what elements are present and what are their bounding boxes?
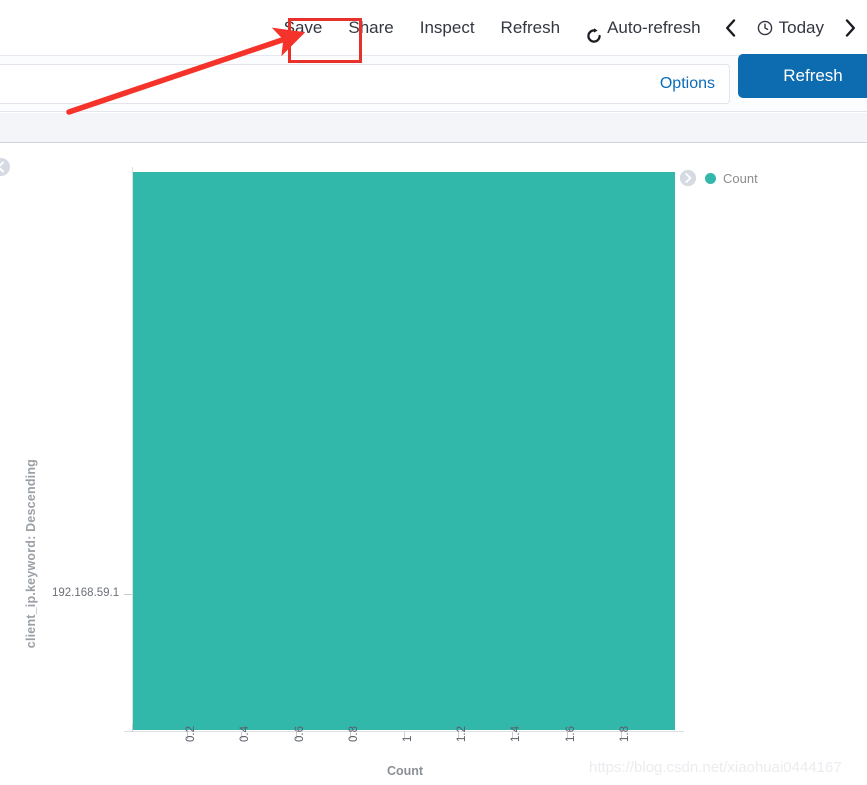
query-input[interactable]: Options xyxy=(0,64,730,104)
x-axis-tick: 0.8 xyxy=(348,726,360,742)
inspect-button-label: Inspect xyxy=(419,18,475,37)
toolbar-refresh-label: Refresh xyxy=(500,18,561,37)
save-button-label: Save xyxy=(283,18,323,37)
share-button-label: Share xyxy=(348,18,394,37)
x-axis-tick-label: 1 xyxy=(402,735,414,742)
toolbar-actions: Save Share Inspect Refresh Auto-refresh xyxy=(268,0,867,56)
x-axis-tick-label: 0.6 xyxy=(293,726,306,742)
share-button[interactable]: Share xyxy=(335,8,406,48)
y-axis-title: client_ip.keyword: Descending xyxy=(24,459,38,649)
query-options-link[interactable]: Options xyxy=(660,75,715,93)
legend-color-swatch xyxy=(705,172,716,184)
clock-icon xyxy=(757,20,773,36)
x-axis-tick-label: 1.6 xyxy=(564,726,577,742)
bar-192-168-59-1[interactable] xyxy=(133,172,675,730)
y-axis-tick-mark xyxy=(124,594,132,595)
x-axis-tick-label: 1.8 xyxy=(618,726,631,742)
auto-refresh-button[interactable]: Auto-refresh xyxy=(573,8,714,48)
legend-item-label: Count xyxy=(723,170,758,186)
inspect-button[interactable]: Inspect xyxy=(407,8,488,48)
watermark-text: https://blog.csdn.net/xiaohuai0444167 xyxy=(589,759,842,776)
x-axis-tick: 0.6 xyxy=(294,726,306,742)
chevron-right-circle-icon[interactable] xyxy=(679,169,697,187)
chart-legend: Count xyxy=(679,169,758,187)
x-axis-tick-label: 0.2 xyxy=(185,726,198,742)
filter-bar-band xyxy=(0,113,867,143)
x-axis-tick-label: 0.8 xyxy=(347,726,360,742)
chevron-left-icon xyxy=(725,19,735,37)
query-bar-row: Options xyxy=(0,56,867,112)
legend-item-count[interactable]: Count xyxy=(705,171,758,186)
x-axis-tick: 1.6 xyxy=(565,726,577,742)
top-toolbar: Save Share Inspect Refresh Auto-refresh xyxy=(0,0,867,56)
chevron-left-circle-icon[interactable] xyxy=(0,157,11,177)
visualization-panel: Count client_ip.keyword: Descending 192.… xyxy=(0,144,867,785)
chevron-right-icon xyxy=(845,19,855,37)
x-axis-tick: 1.8 xyxy=(619,726,631,742)
kibana-visualize-screen: Save Share Inspect Refresh Auto-refresh xyxy=(0,0,867,785)
x-axis-tick-label: 1.2 xyxy=(456,726,469,742)
x-axis-tick: 1.2 xyxy=(456,726,468,742)
x-axis-tick-label: 1.4 xyxy=(510,726,523,742)
time-prev-button[interactable] xyxy=(714,8,747,48)
time-next-button[interactable] xyxy=(834,8,867,48)
save-button[interactable]: Save xyxy=(268,8,336,48)
x-axis-tick: 0.4 xyxy=(239,726,251,742)
x-axis-tick: 0.2 xyxy=(185,726,197,742)
toolbar-refresh-button[interactable]: Refresh xyxy=(488,8,574,48)
x-axis-origin-mark xyxy=(132,724,133,732)
time-picker-today[interactable]: Today xyxy=(747,8,834,48)
refresh-button-label: Refresh xyxy=(783,66,843,85)
time-picker-label: Today xyxy=(778,18,824,37)
refresh-cycle-icon xyxy=(586,20,602,43)
x-axis-tick: 1.4 xyxy=(510,726,522,742)
x-axis-tick: 1 xyxy=(402,732,414,742)
y-axis-tick-label: 192.168.59.1 xyxy=(52,587,120,599)
auto-refresh-label: Auto-refresh xyxy=(607,18,701,37)
refresh-button[interactable]: Refresh xyxy=(738,54,867,98)
x-axis-tick-label: 0.4 xyxy=(239,726,252,742)
